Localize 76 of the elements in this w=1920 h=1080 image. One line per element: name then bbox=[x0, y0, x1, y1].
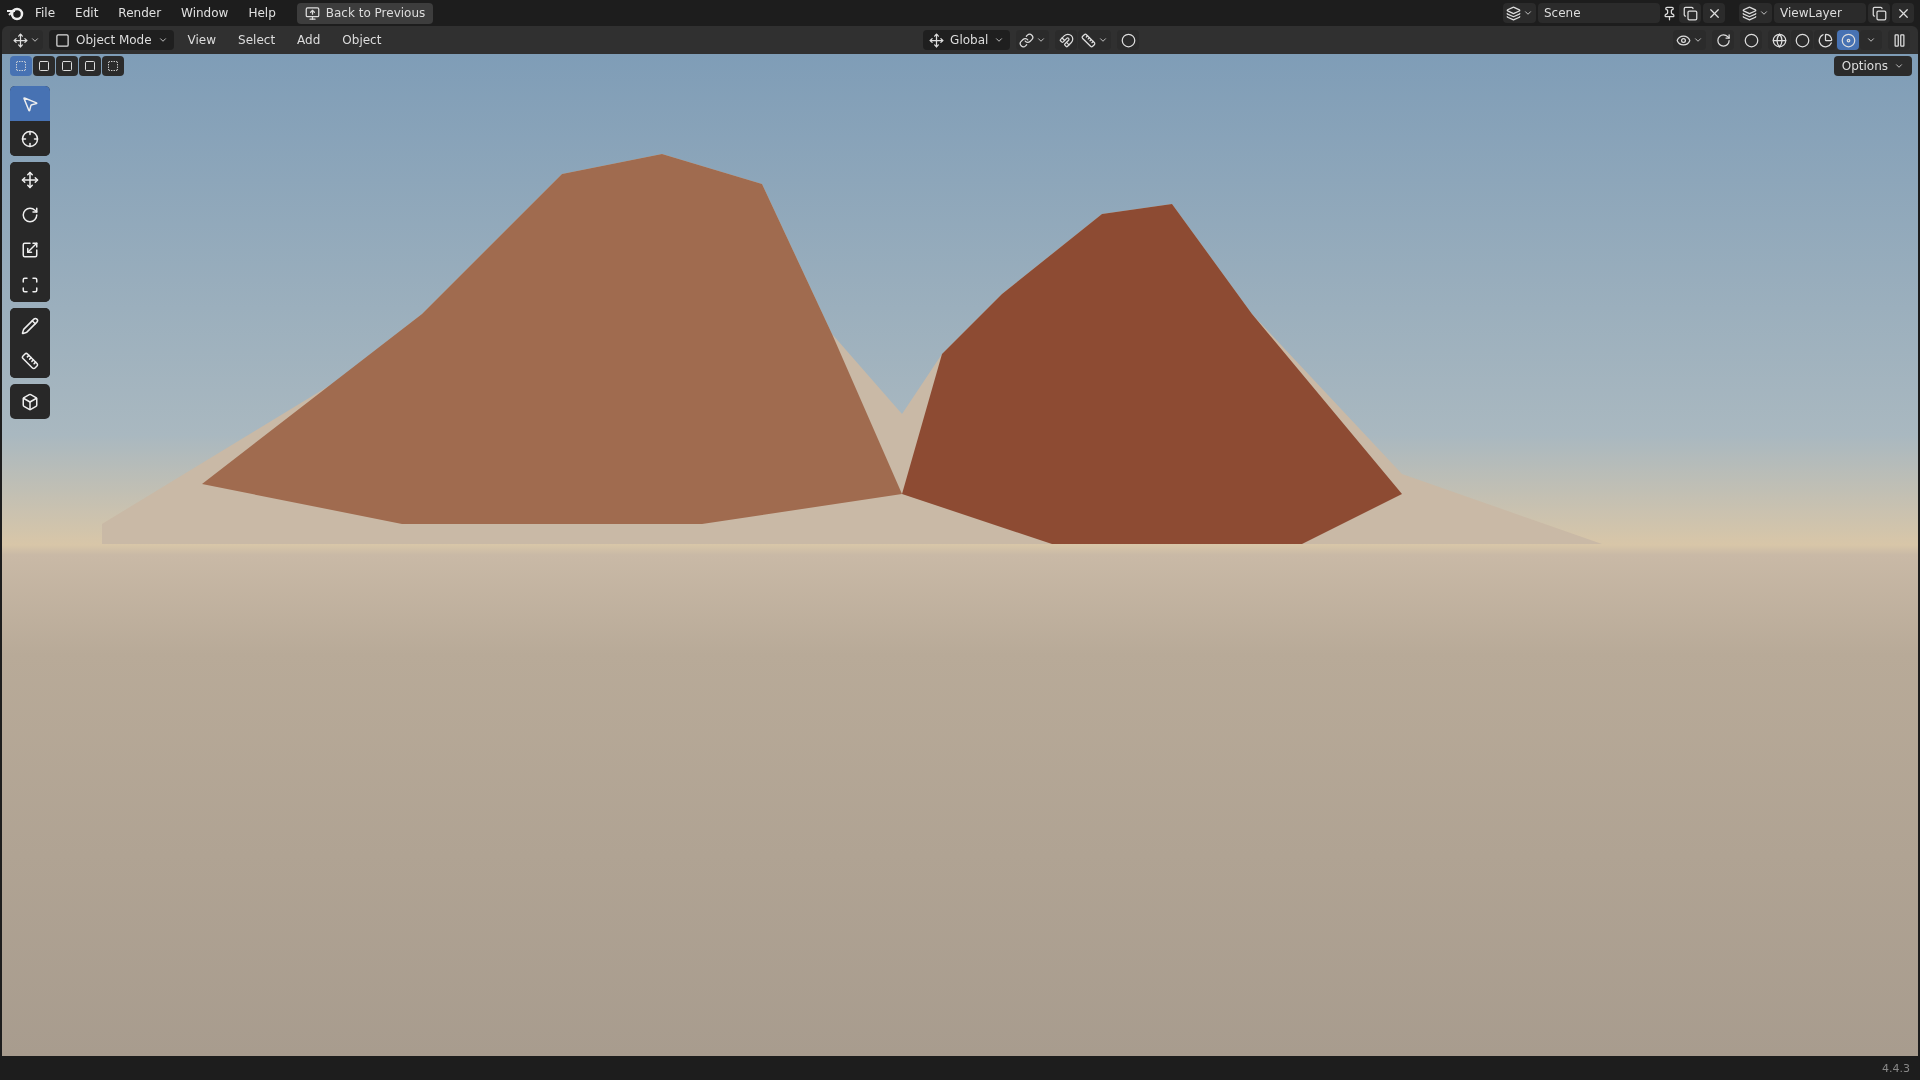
layers-icon bbox=[1742, 5, 1757, 21]
close-button[interactable] bbox=[1892, 3, 1914, 23]
rotate-icon bbox=[21, 205, 39, 224]
square-icon bbox=[107, 60, 119, 72]
menu-item[interactable]: Select bbox=[230, 31, 284, 49]
back-button[interactable]: Back to Previous bbox=[296, 2, 434, 24]
square-icon bbox=[55, 32, 70, 48]
scale-icon bbox=[21, 240, 39, 259]
logo-icon bbox=[6, 5, 24, 21]
menu-item[interactable]: File bbox=[26, 3, 65, 23]
orientation-dropdown[interactable]: Global bbox=[923, 30, 1011, 50]
caret-icon bbox=[30, 35, 40, 45]
copy-button[interactable] bbox=[1679, 3, 1701, 23]
select-mode-button[interactable] bbox=[56, 56, 78, 76]
square-icon bbox=[15, 60, 27, 72]
caret-icon bbox=[994, 35, 1005, 45]
pin-icon bbox=[1662, 5, 1677, 21]
copy-button[interactable] bbox=[1868, 3, 1890, 23]
sidebar-toggle-button[interactable] bbox=[1888, 30, 1910, 50]
proportional-button[interactable] bbox=[1117, 30, 1140, 50]
options-dropdown[interactable]: Options bbox=[1833, 56, 1912, 76]
menu-item[interactable]: Window bbox=[172, 3, 238, 23]
square-icon bbox=[84, 60, 96, 72]
monitor-icon bbox=[304, 5, 320, 21]
menu-item[interactable]: Edit bbox=[66, 3, 108, 23]
copy-icon bbox=[1871, 5, 1887, 21]
snap-button[interactable] bbox=[1055, 30, 1078, 50]
select-mode-button[interactable] bbox=[102, 56, 124, 76]
visibility-button[interactable] bbox=[1673, 30, 1706, 50]
caret-icon bbox=[1036, 35, 1047, 45]
pivot-button[interactable] bbox=[1016, 30, 1050, 50]
scene-icon bbox=[1506, 5, 1521, 21]
close-button[interactable] bbox=[1703, 3, 1725, 23]
bars-icon bbox=[1891, 32, 1907, 48]
cube-icon bbox=[21, 392, 39, 411]
layer-selector[interactable] bbox=[1739, 3, 1772, 23]
mode-dropdown[interactable]: Object Mode bbox=[49, 30, 174, 50]
wireframe-sphere-icon bbox=[1771, 32, 1787, 48]
view-layer-field[interactable]: ViewLayer bbox=[1774, 3, 1866, 23]
overlay-button[interactable] bbox=[1740, 30, 1762, 50]
square-icon bbox=[61, 60, 73, 72]
caret-icon bbox=[1693, 35, 1703, 45]
shading-button[interactable] bbox=[1814, 30, 1836, 50]
copy-icon bbox=[1682, 5, 1698, 21]
link-icon bbox=[1019, 32, 1035, 48]
snap-target-button[interactable] bbox=[1078, 30, 1112, 50]
menu-item[interactable]: Object bbox=[334, 31, 390, 49]
caret-icon bbox=[157, 35, 168, 45]
shading-button[interactable] bbox=[1837, 30, 1859, 50]
crosshair-icon bbox=[21, 129, 39, 148]
shading-button[interactable] bbox=[1768, 30, 1790, 50]
version-label: 4.4.3 bbox=[1882, 1061, 1910, 1075]
shading-button[interactable] bbox=[1791, 30, 1813, 50]
pointer-icon bbox=[21, 94, 39, 113]
select-mode-button[interactable] bbox=[79, 56, 101, 76]
ruler-icon bbox=[21, 351, 39, 370]
magnet-icon bbox=[1058, 32, 1074, 48]
select-mode-button[interactable] bbox=[33, 56, 55, 76]
move-arrows-icon bbox=[21, 170, 39, 189]
menu-item[interactable]: View bbox=[179, 31, 225, 49]
scene-field[interactable]: Scene bbox=[1538, 3, 1660, 23]
menu-item[interactable]: Help bbox=[239, 3, 285, 23]
editor-type-button[interactable] bbox=[10, 30, 43, 50]
caret-icon bbox=[1866, 35, 1876, 45]
caret-icon bbox=[1523, 8, 1533, 18]
pencil-icon bbox=[21, 316, 39, 335]
circle-icon bbox=[1120, 32, 1136, 48]
menu-item[interactable]: Add bbox=[289, 31, 329, 49]
caret-icon bbox=[1894, 61, 1904, 71]
square-icon bbox=[38, 60, 50, 72]
gizmo-button[interactable] bbox=[1712, 30, 1734, 50]
scene-selector[interactable] bbox=[1503, 3, 1536, 23]
caret-icon bbox=[1759, 8, 1769, 18]
caret-icon bbox=[1098, 35, 1109, 45]
menu-item[interactable]: Render bbox=[109, 3, 171, 23]
eye-icon bbox=[1676, 32, 1691, 48]
